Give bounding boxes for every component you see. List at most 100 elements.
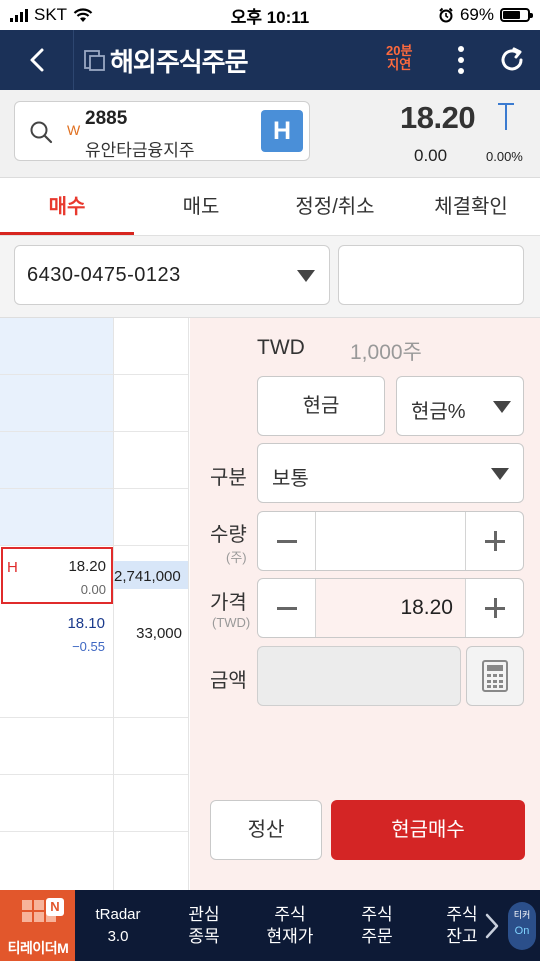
quantity-increase-button[interactable] xyxy=(465,512,523,570)
nav-label: 현재가 xyxy=(266,926,314,946)
unchanged-price-icon xyxy=(498,103,514,130)
bid-row[interactable] xyxy=(0,661,113,718)
exchange-marker: H xyxy=(7,559,18,576)
quantity-input[interactable] xyxy=(316,512,465,570)
account-select[interactable]: 6430-0475-0123 xyxy=(14,245,330,305)
bid-row[interactable] xyxy=(0,775,113,832)
amount-field xyxy=(257,646,461,706)
current-price-cell[interactable]: H 18.20 0.00 xyxy=(1,547,113,604)
delay-line1: 20분 xyxy=(386,43,413,58)
quantity-decrease-button[interactable] xyxy=(258,512,316,570)
lot-unit: 1,000주 xyxy=(350,341,422,364)
more-menu-button[interactable] xyxy=(446,30,476,90)
page-title: 해외주식주문 xyxy=(110,46,249,77)
ask-quantity: 2,741,000 xyxy=(114,568,181,585)
nav-label: 잔고 xyxy=(446,926,478,946)
qty-cell xyxy=(114,775,188,832)
bottom-nav: N 티레이더M tRadar 3.0 관심 종목 주식 현재가 주식 주문 주식… xyxy=(0,890,540,961)
stock-info-bar: W 2885 유안타금융지주 H 18.20 0.00 0.00% xyxy=(0,90,540,178)
price-decrease-button[interactable] xyxy=(258,579,316,637)
tab-sell[interactable]: 매도 xyxy=(134,178,268,235)
ask-row[interactable] xyxy=(0,432,113,489)
cash-buy-button[interactable]: 현금매수 xyxy=(331,800,525,860)
nav-label: 주식 xyxy=(446,904,478,924)
currency-label: TWD xyxy=(257,336,305,359)
market-badge: W xyxy=(67,122,81,138)
quantity-label: 수량 xyxy=(210,524,247,546)
price-input[interactable]: 18.20 xyxy=(316,579,465,637)
delay-line2: 지연 xyxy=(387,57,412,72)
battery-icon xyxy=(500,8,533,22)
ticker-state: On xyxy=(514,925,530,937)
order-book-price-column: H 18.20 0.00 18.10 −0.55 xyxy=(0,318,113,890)
account-number: 6430-0475-0123 xyxy=(27,264,181,286)
calculator-icon xyxy=(482,660,508,692)
tab-modify-cancel[interactable]: 정정/취소 xyxy=(268,178,402,235)
search-icon xyxy=(30,121,53,144)
delay-badge: 20분 지연 xyxy=(386,44,412,72)
battery-percent: 69% xyxy=(459,5,494,24)
order-type-select[interactable]: 보통 xyxy=(257,443,524,503)
ask-row[interactable] xyxy=(0,375,113,432)
ask-row[interactable] xyxy=(0,489,113,546)
qty-cell xyxy=(114,661,188,718)
status-bar: SKT 오후 10:11 69% xyxy=(0,0,540,30)
bid-price[interactable]: 18.10 xyxy=(67,615,105,632)
quantity-stepper xyxy=(257,511,524,571)
exchange-button[interactable]: H xyxy=(261,110,303,152)
price-stepper: 18.20 xyxy=(257,578,524,638)
app-header: 해외주식주문 20분 지연 xyxy=(0,30,540,90)
qty-cell xyxy=(114,432,188,489)
nav-stock-quote[interactable]: 주식 현재가 xyxy=(252,890,328,961)
refresh-button[interactable] xyxy=(490,30,534,90)
chevron-left-icon xyxy=(30,48,43,72)
ask-row[interactable] xyxy=(0,318,113,375)
ticker-toggle[interactable]: 티커 On xyxy=(508,902,536,950)
nav-tradar[interactable]: tRadar 3.0 xyxy=(80,890,156,961)
nav-label: 관심 xyxy=(188,904,220,924)
current-price-change: 0.00 xyxy=(80,582,106,597)
stock-name: 유안타금융지주 xyxy=(85,141,195,160)
caret-down-icon xyxy=(491,468,509,480)
order-panel: TWD 1,000주 현금 현금% 구분 보통 수량 (주) 가격 (TWD) … xyxy=(190,318,540,890)
cash-percent-select[interactable]: 현금% xyxy=(396,376,524,436)
price-label: 가격 xyxy=(210,592,247,614)
nav-label: tRadar xyxy=(95,905,141,923)
quantity-unit-label: (주) xyxy=(226,550,247,565)
tab-buy[interactable]: 매수 xyxy=(0,178,134,235)
cash-button[interactable]: 현금 xyxy=(257,376,385,436)
qty-cell xyxy=(114,489,188,546)
price-change-rate: 0.00% xyxy=(486,149,523,164)
more-vertical-icon xyxy=(458,46,464,52)
refresh-icon xyxy=(501,47,523,71)
chevron-right-icon[interactable] xyxy=(484,912,500,940)
new-badge: N xyxy=(46,898,64,916)
nav-label: 주식 xyxy=(361,904,393,924)
cash-percent-value: 현금% xyxy=(411,401,466,423)
page-title-area: 해외주식주문 xyxy=(84,30,249,90)
bid-change: −0.55 xyxy=(72,639,105,654)
back-button[interactable] xyxy=(0,30,74,90)
qty-cell xyxy=(114,318,188,375)
caret-down-icon xyxy=(297,270,315,282)
logo-text: 티레이더M xyxy=(7,940,69,956)
stock-search-box[interactable]: W 2885 유안타금융지주 H xyxy=(14,101,310,161)
tab-execution-check[interactable]: 체결확인 xyxy=(402,178,540,235)
password-field[interactable] xyxy=(338,245,524,305)
nav-stock-order[interactable]: 주식 주문 xyxy=(339,890,415,961)
current-price-value: 18.20 xyxy=(68,558,106,575)
app-logo-button[interactable]: N 티레이더M xyxy=(0,890,75,961)
qty-cell xyxy=(114,375,188,432)
price-change: 0.00 xyxy=(414,146,448,165)
order-book: H 18.20 0.00 18.10 −0.55 2,741,000 33,00… xyxy=(0,318,190,890)
nav-watchlist[interactable]: 관심 종목 xyxy=(166,890,242,961)
calculator-button[interactable] xyxy=(466,646,524,706)
price-unit-label: (TWD) xyxy=(212,615,251,630)
nav-label: 종목 xyxy=(188,926,220,946)
nav-label: 주문 xyxy=(361,926,393,946)
bid-row[interactable] xyxy=(0,718,113,775)
alarm-icon xyxy=(439,7,453,23)
price-increase-button[interactable] xyxy=(465,579,523,637)
settle-button[interactable]: 정산 xyxy=(210,800,322,860)
bid-quantity: 33,000 xyxy=(136,625,182,642)
